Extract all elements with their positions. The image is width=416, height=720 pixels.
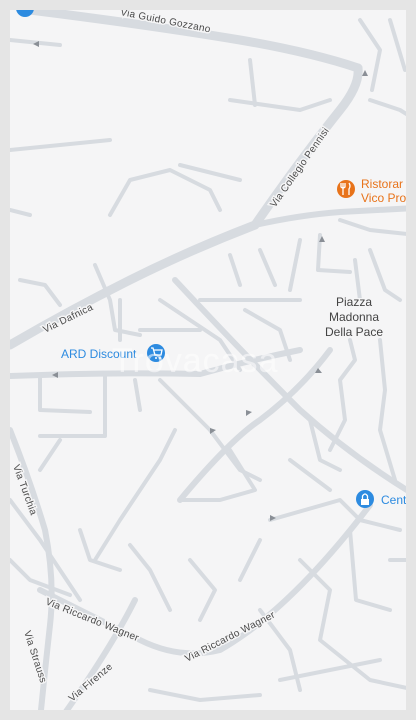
place-label-line1: Piazza [336,295,372,309]
place-label-line2: Madonna [329,310,379,324]
poi-cent[interactable]: Cent [356,490,407,509]
map-view[interactable]: Via Guido Gozzano Via Collegio Pennisi V… [0,0,416,720]
poi-ristorante-label2: Vico Pro [361,191,406,205]
poi-ristorante-label: Ristorar [361,177,403,191]
poi-cent-label: Cent [381,493,407,507]
restaurant-icon [337,180,355,198]
watermark-logo: Trovacasa [112,342,278,380]
map-canvas[interactable]: Via Guido Gozzano Via Collegio Pennisi V… [0,0,416,720]
place-label-line3: Della Pace [325,325,383,339]
